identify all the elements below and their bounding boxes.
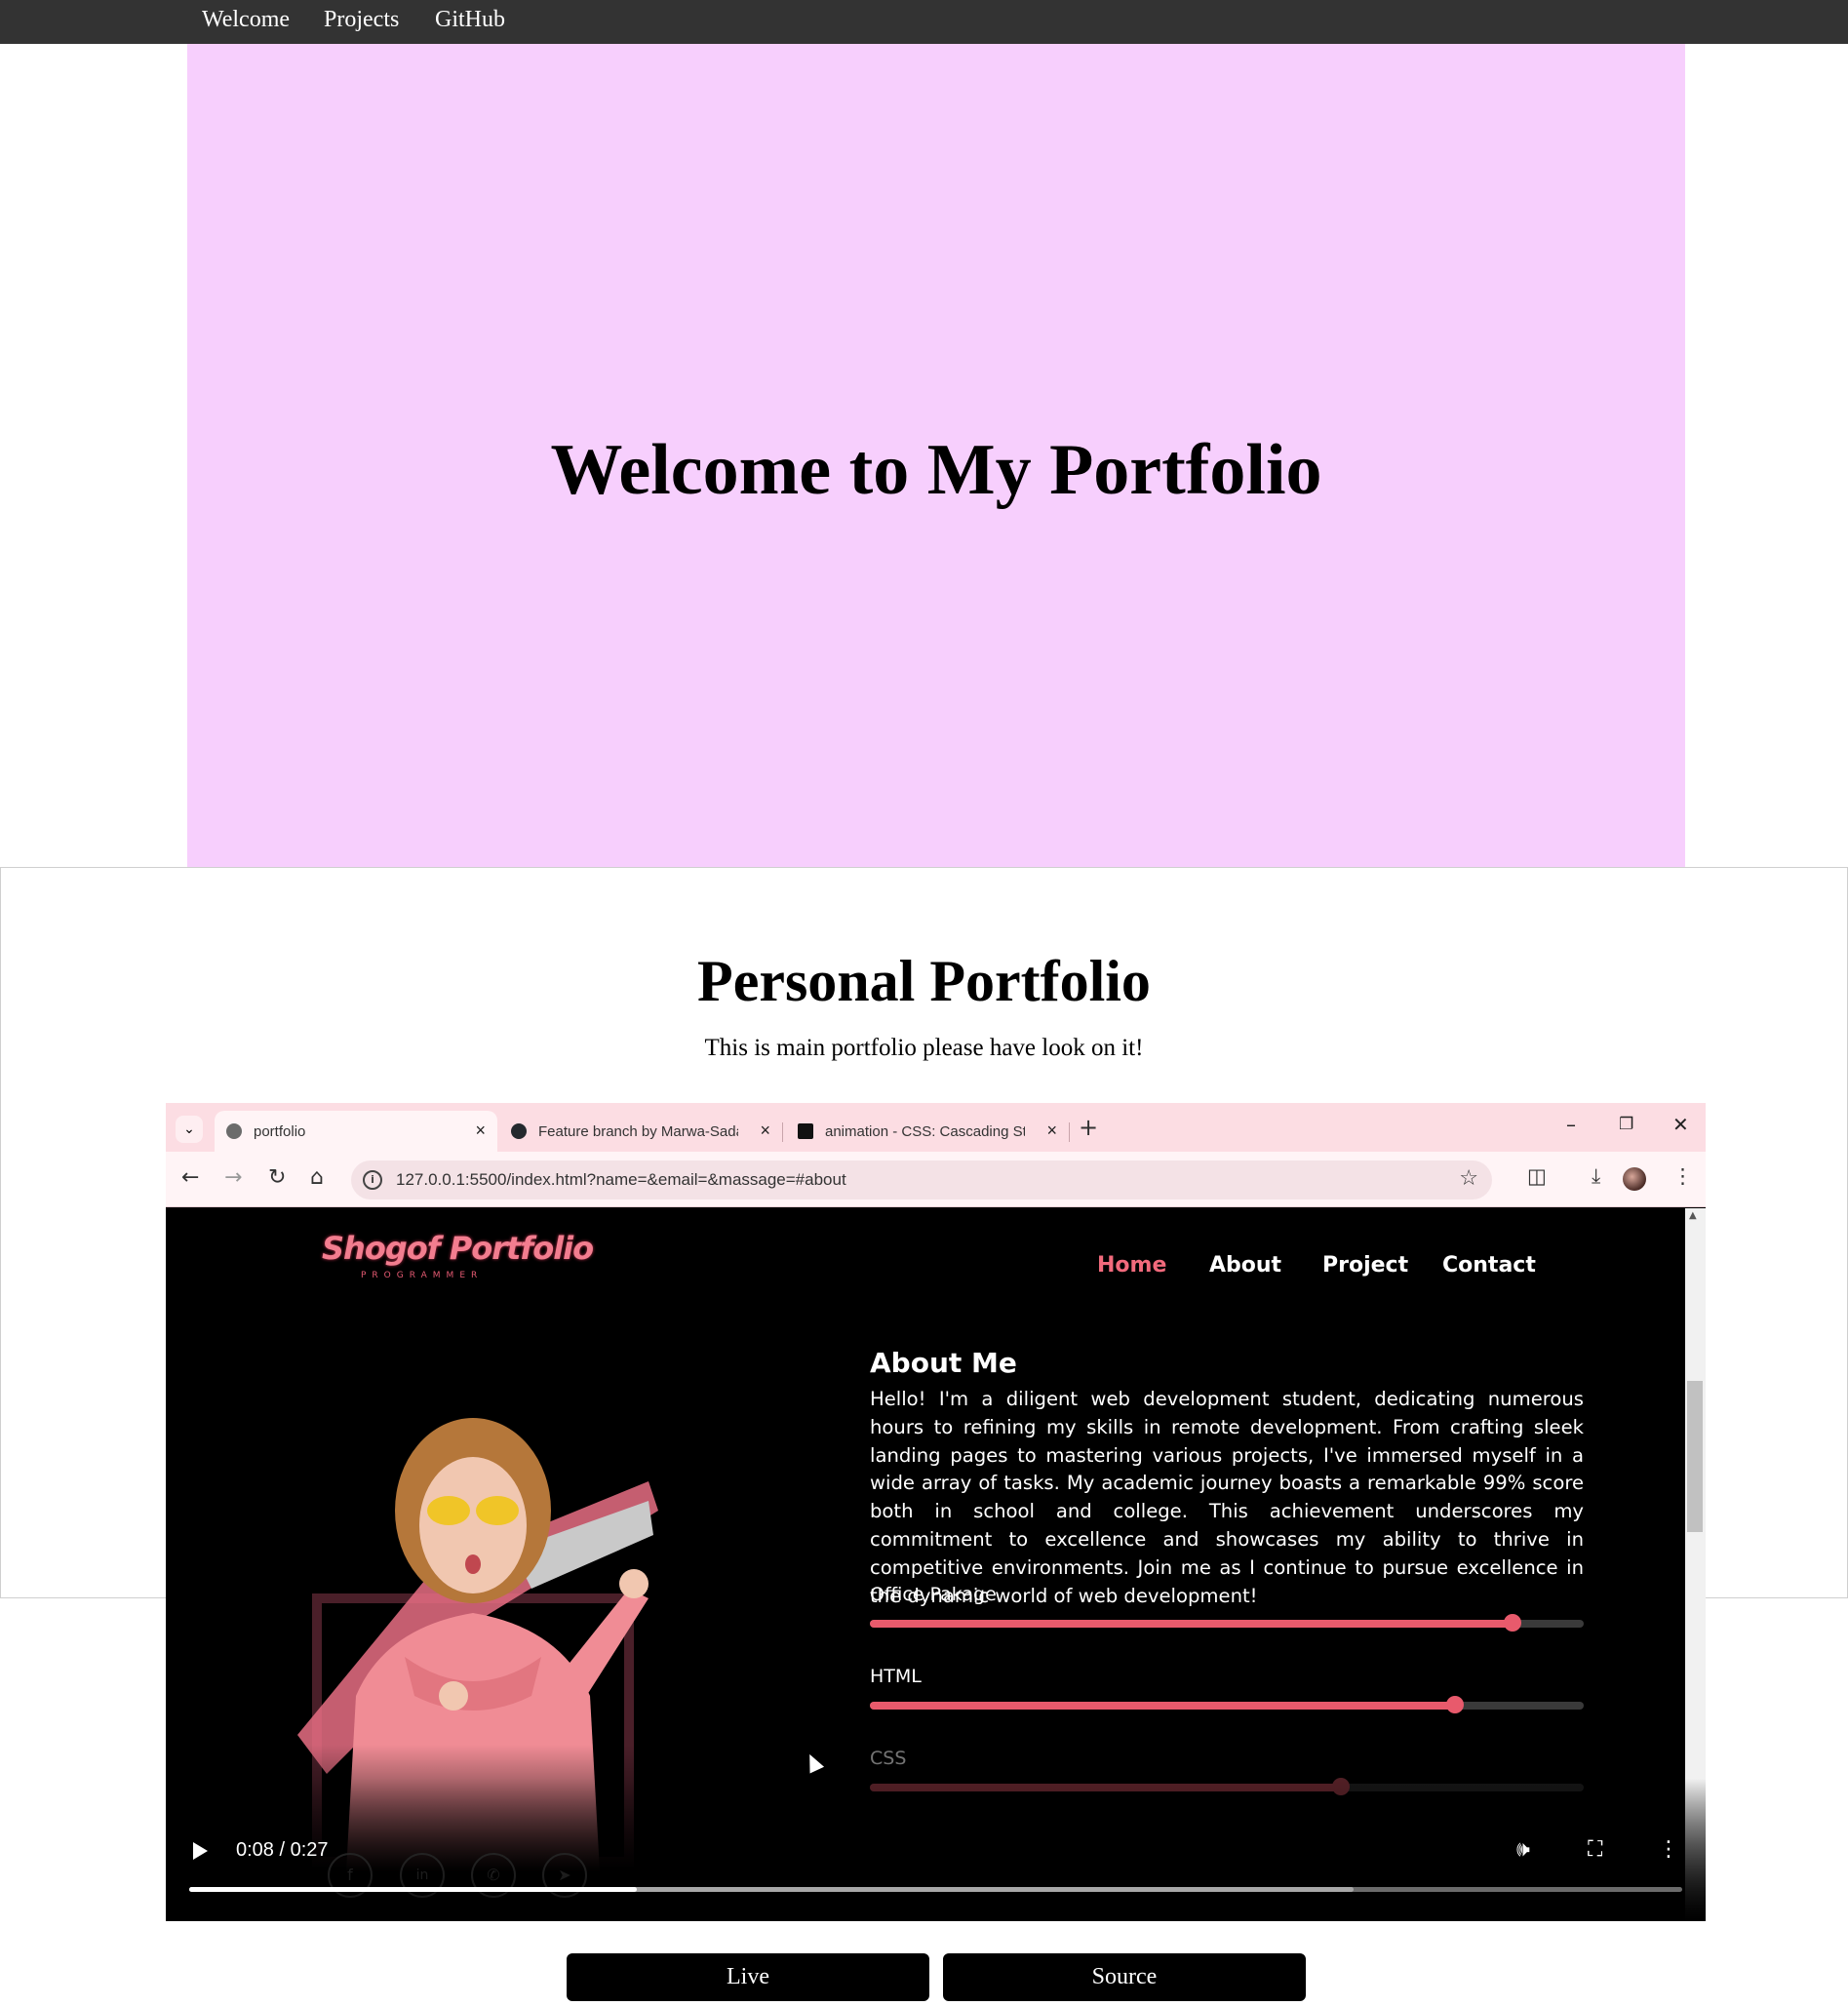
section-subtitle: This is main portfolio please have look … [704,1035,1144,1061]
restore-icon[interactable]: ❐ [1619,1115,1633,1134]
address-bar[interactable]: i 127.0.0.1:5500/index.html?name=&email=… [351,1160,1492,1200]
source-button[interactable]: Source [943,1953,1306,2001]
profile-avatar[interactable] [1623,1167,1646,1191]
close-icon[interactable]: × [1046,1121,1057,1141]
home-icon[interactable]: ⌂ [310,1165,324,1190]
site-nav-about[interactable]: About [1209,1253,1281,1278]
skill-label: Office Pakage [870,1584,997,1605]
about-title: About Me [870,1347,1017,1379]
browser-tab-strip: ⌄ portfolio × Feature branch by Marwa-Sa… [166,1103,1706,1152]
live-button[interactable]: Live [567,1953,929,2001]
video-controls [166,1779,1706,1921]
section-title: Personal Portfolio [697,949,1151,1013]
video-time: 0:08 / 0:27 [236,1839,329,1861]
skill-bar-fill [870,1620,1513,1628]
skill-bar [870,1696,1584,1713]
browser-tab-portfolio[interactable]: portfolio × [215,1111,497,1152]
minimize-icon[interactable]: – [1566,1113,1576,1136]
site-nav-project[interactable]: Project [1322,1253,1408,1278]
site-logo-subtitle: PROGRAMMER [361,1271,484,1280]
video-played [189,1887,638,1892]
tab-separator [1069,1122,1070,1142]
top-nav: Welcome Projects GitHub [0,0,1848,44]
browser-toolbar: ← → ↻ ⌂ i 127.0.0.1:5500/index.html?name… [166,1152,1706,1207]
hero-title: Welcome to My Portfolio [550,430,1322,510]
nav-github-link[interactable]: GitHub [435,7,505,33]
new-tab-icon[interactable]: + [1079,1114,1098,1141]
back-icon[interactable]: ← [181,1165,199,1190]
skill-bar-knob [1503,1614,1521,1632]
tab-label: portfolio [254,1122,306,1140]
site-nav-home[interactable]: Home [1097,1253,1166,1278]
video-menu-icon[interactable]: ⋮ [1658,1837,1679,1862]
extensions-icon[interactable]: ◫ [1527,1164,1547,1188]
skill-bar-fill [870,1702,1456,1710]
hero-banner: Welcome to My Portfolio [187,44,1685,868]
address-url[interactable]: 127.0.0.1:5500/index.html?name=&email=&m… [396,1170,846,1190]
scroll-up-icon[interactable]: ▲ [1689,1210,1697,1221]
scrollbar-thumb[interactable] [1687,1381,1703,1532]
bookmark-star-icon[interactable]: ☆ [1459,1166,1478,1191]
nav-projects-link[interactable]: Projects [324,7,399,33]
nav-welcome-link[interactable]: Welcome [202,7,290,33]
tab-search-button[interactable]: ⌄ [176,1116,203,1143]
skill-bar [870,1614,1584,1632]
reload-icon[interactable]: ↻ [268,1165,286,1190]
skill-label: CSS [870,1748,907,1769]
forward-icon[interactable]: → [224,1165,242,1190]
mouse-cursor-icon [802,1750,825,1774]
video-seek-bar[interactable] [189,1887,1682,1892]
tab-label: animation - CSS: Cascading Style [825,1122,1025,1140]
fullscreen-icon[interactable]: ⛶ [1588,1837,1602,1862]
skill-bar-knob [1446,1696,1465,1713]
skill-label: HTML [870,1666,922,1687]
close-icon[interactable]: × [475,1121,486,1141]
site-nav-contact[interactable]: Contact [1442,1253,1536,1278]
about-paragraph: Hello! I'm a diligent web development st… [870,1388,1584,1607]
play-icon[interactable] [193,1842,208,1860]
portfolio-video[interactable]: ⌄ portfolio × Feature branch by Marwa-Sa… [166,1103,1706,1921]
tab-separator [782,1122,783,1142]
browser-menu-icon[interactable]: ⋮ [1672,1164,1693,1188]
close-icon[interactable]: × [760,1121,770,1141]
tab-label: Feature branch by Marwa-Sadat [538,1122,738,1140]
browser-tab-github[interactable]: Feature branch by Marwa-Sadat × [499,1111,782,1152]
site-info-icon[interactable]: i [363,1170,382,1190]
mdn-icon [798,1123,813,1139]
site-logo: Shogof Portfolio [322,1230,594,1267]
browser-tab-mdn[interactable]: animation - CSS: Cascading Style × [786,1111,1069,1152]
globe-icon [226,1123,242,1139]
download-icon[interactable]: ⤓ [1592,1164,1600,1189]
window-close-icon[interactable]: ✕ [1672,1113,1689,1136]
volume-icon[interactable]: 🕪 [1516,1837,1530,1862]
github-icon [511,1123,527,1139]
